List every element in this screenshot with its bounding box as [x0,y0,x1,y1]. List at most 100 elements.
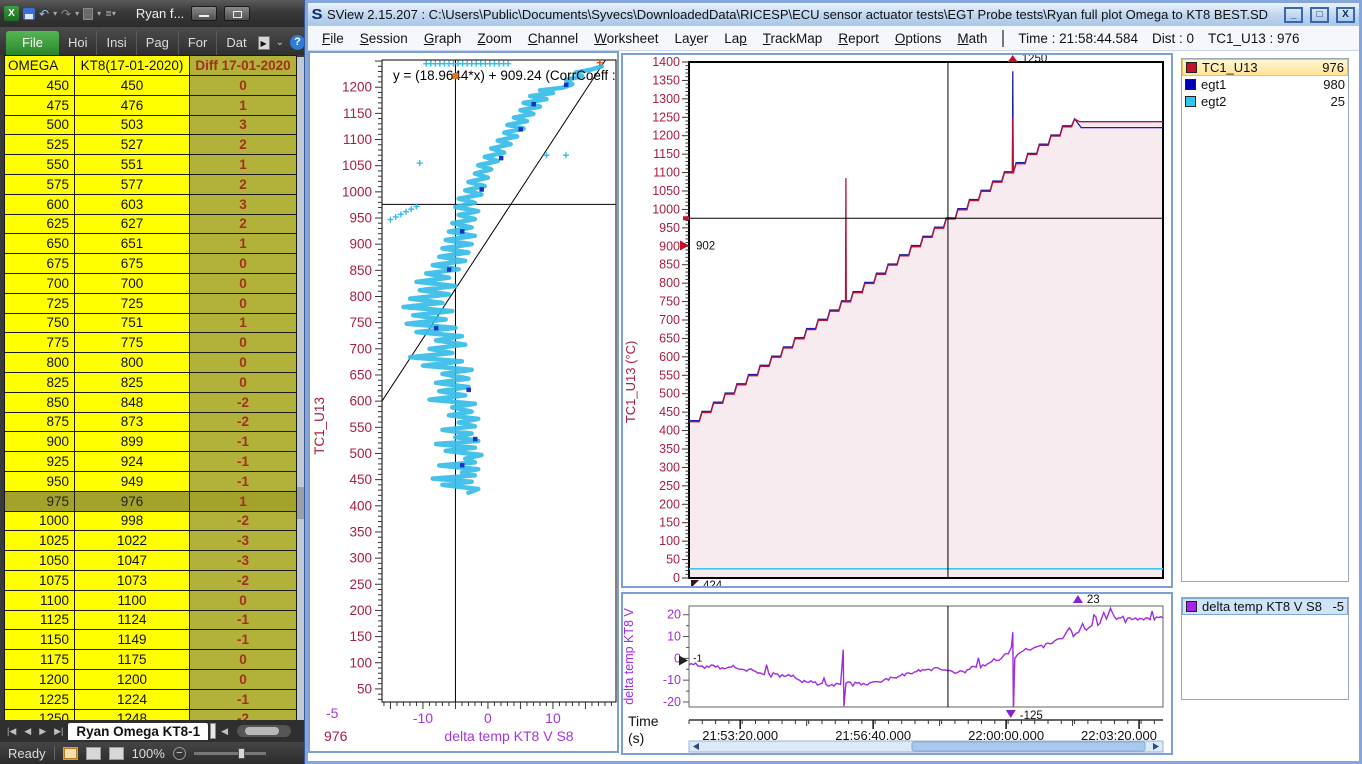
restore-button[interactable] [224,6,250,21]
table-cell[interactable]: 875 [4,413,75,433]
sheet-horizontal-scrollbar[interactable] [237,725,291,737]
zoom-slider[interactable] [194,752,266,755]
table-cell[interactable]: 0 [190,591,297,611]
table-cell[interactable]: 1175 [4,650,75,670]
table-cell[interactable]: 998 [75,512,190,532]
table-cell[interactable]: 1200 [4,670,75,690]
paste-icon[interactable] [83,8,93,20]
table-cell[interactable]: 603 [75,195,190,215]
scatter-plot[interactable]: 5010015020025030035040045050055060065070… [310,53,617,751]
table-cell[interactable]: 1150 [4,630,75,650]
menu-item-channel[interactable]: Channel [520,29,586,48]
sheet-prev-icon[interactable]: ◀ [21,726,34,737]
table-cell[interactable]: 3 [190,116,297,136]
table-cell[interactable]: 873 [75,413,190,433]
table-cell[interactable]: 675 [75,254,190,274]
table-cell[interactable]: 848 [75,393,190,413]
table-cell[interactable]: 725 [75,294,190,314]
ribbon-tab-hoi[interactable]: Hoi [59,31,97,55]
table-cell[interactable]: 1050 [4,551,75,571]
table-cell[interactable]: 2 [190,175,297,195]
table-cell[interactable]: 675 [4,254,75,274]
table-cell[interactable]: 1224 [75,690,190,710]
table-cell[interactable]: 527 [75,135,190,155]
channel-item-delta-temp-kt8-v-s8[interactable]: delta temp KT8 V S8-5 [1182,598,1348,615]
normal-view-icon[interactable] [63,747,78,760]
undo-dropdown-icon[interactable]: ▾ [53,9,57,18]
table-cell[interactable]: 899 [75,432,190,452]
table-cell[interactable]: -1 [190,690,297,710]
table-cell[interactable]: 575 [4,175,75,195]
table-cell[interactable]: 1047 [75,551,190,571]
table-cell[interactable]: 1124 [75,611,190,631]
table-cell[interactable]: 627 [75,215,190,235]
menu-item-lap[interactable]: Lap [716,29,755,48]
table-cell[interactable]: 924 [75,452,190,472]
table-cell[interactable]: -1 [190,432,297,452]
table-cell[interactable]: 0 [190,353,297,373]
menu-item-graph[interactable]: Graph [416,29,470,48]
menu-item-session[interactable]: Session [352,29,416,48]
table-cell[interactable]: 900 [4,432,75,452]
page-break-view-icon[interactable] [109,747,124,760]
sview-minimize-button[interactable]: _ [1284,7,1303,23]
zoom-slider-thumb[interactable] [238,748,245,759]
table-cell[interactable]: 1022 [75,531,190,551]
table-cell[interactable]: 0 [190,373,297,393]
ribbon-tab-insi[interactable]: Insi [96,31,135,55]
table-cell[interactable]: -3 [190,531,297,551]
ribbon-tab-dat[interactable]: Dat [216,31,255,55]
table-cell[interactable]: 750 [4,314,75,334]
table-cell[interactable]: 3 [190,195,297,215]
excel-app-icon[interactable]: X [4,6,19,21]
table-cell[interactable]: 1248 [75,710,190,721]
table-cell[interactable]: 650 [4,234,75,254]
table-cell[interactable]: 950 [4,472,75,492]
table-cell[interactable]: 1100 [75,591,190,611]
table-cell[interactable]: 550 [4,155,75,175]
table-cell[interactable]: 800 [4,353,75,373]
table-cell[interactable]: 1175 [75,650,190,670]
table-cell[interactable]: 1075 [4,571,75,591]
table-cell[interactable]: 800 [75,353,190,373]
table-cell[interactable]: 500 [4,116,75,136]
table-cell[interactable]: 775 [4,333,75,353]
table-cell[interactable]: 1 [190,234,297,254]
sview-maximize-button[interactable]: □ [1310,7,1329,23]
table-cell[interactable]: 0 [190,670,297,690]
table-cell[interactable]: 577 [75,175,190,195]
ribbon-more-tabs-icon[interactable]: ▶ [258,36,270,50]
table-cell[interactable]: 700 [75,274,190,294]
save-icon[interactable] [23,8,35,20]
channel-item-egt1[interactable]: egt1980 [1182,76,1348,93]
table-cell[interactable]: -1 [190,452,297,472]
time-scrollbar[interactable] [689,741,1163,752]
header-cell[interactable]: KT8(17-01-2020) [75,55,190,76]
sheet-next-icon[interactable]: ▶ [36,726,49,737]
table-cell[interactable]: 0 [190,333,297,353]
redo-dropdown-icon[interactable]: ▾ [75,9,79,18]
header-cell[interactable]: OMEGA [4,55,75,76]
table-cell[interactable]: -2 [190,413,297,433]
ribbon-tab-file[interactable]: File [6,31,59,55]
table-cell[interactable]: -3 [190,551,297,571]
menu-item-file[interactable]: File [314,29,352,48]
table-cell[interactable]: 0 [190,274,297,294]
table-cell[interactable]: 0 [190,76,297,96]
ribbon-collapse-icon[interactable]: ⌄ [276,37,284,48]
time-plot-panel[interactable]: 0501001502002503003504004505005506006507… [621,53,1173,588]
table-cell[interactable]: 700 [4,274,75,294]
table-cell[interactable]: 775 [75,333,190,353]
table-cell[interactable]: 525 [4,135,75,155]
page-layout-view-icon[interactable] [86,747,101,760]
table-cell[interactable]: 1 [190,492,297,512]
time-scrollbar-thumb[interactable] [912,742,1145,751]
sheet-first-icon[interactable]: |◀ [4,726,19,737]
qat-customize-icon[interactable]: ≣▾ [105,9,116,18]
ribbon-tab-pag[interactable]: Pag [136,31,178,55]
table-cell[interactable]: 1025 [4,531,75,551]
table-cell[interactable]: 1073 [75,571,190,591]
table-cell[interactable]: 1 [190,155,297,175]
table-cell[interactable]: 0 [190,254,297,274]
table-cell[interactable]: 625 [4,215,75,235]
